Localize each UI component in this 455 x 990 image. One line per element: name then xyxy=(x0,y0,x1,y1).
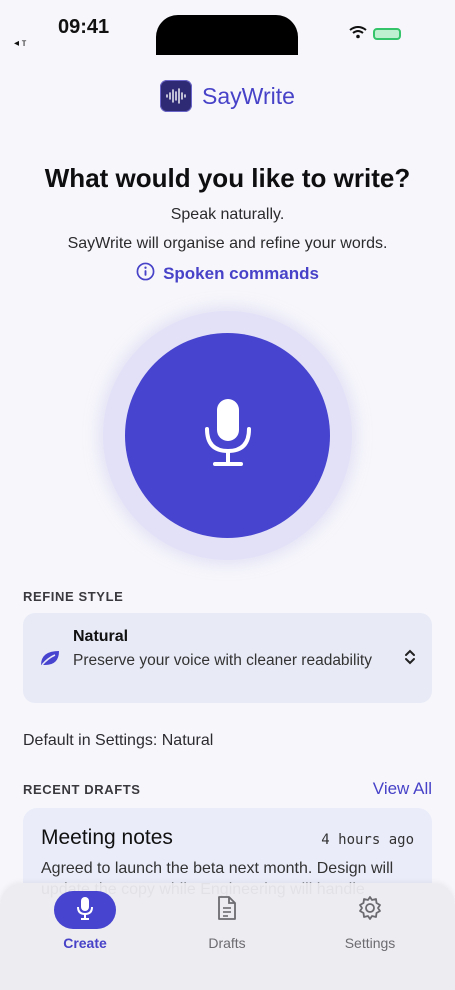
tab-drafts-label: Drafts xyxy=(208,935,246,951)
draft-title: Meeting notes xyxy=(41,826,173,849)
default-style-note: Default in Settings: Natural xyxy=(23,732,214,749)
tab-bar: Create Drafts Settings xyxy=(0,883,455,990)
recent-drafts-label: RECENT DRAFTS xyxy=(23,782,141,797)
view-all-link[interactable]: View All xyxy=(373,779,432,799)
refine-style-label: REFINE STYLE xyxy=(23,589,124,604)
status-time: 09:41 xyxy=(58,16,110,38)
draft-timestamp: 4 hours ago xyxy=(321,832,414,848)
mic-icon xyxy=(76,896,94,925)
refine-style-name: Natural xyxy=(73,628,129,645)
subtitle-line-1: Speak naturally. xyxy=(170,206,285,223)
refine-style-picker[interactable]: Natural Preserve your voice with cleaner… xyxy=(23,613,432,703)
record-button[interactable] xyxy=(125,333,330,538)
tab-create-highlight xyxy=(54,891,116,929)
tab-create[interactable]: Create xyxy=(30,891,140,961)
status-bar: 09:41 ◂ ᴛ xyxy=(0,0,455,56)
spoken-commands-link[interactable]: Spoken commands xyxy=(0,262,455,286)
tab-settings-label: Settings xyxy=(344,935,396,951)
tab-drafts[interactable]: Drafts xyxy=(172,891,282,961)
status-icons xyxy=(349,26,401,42)
microphone-icon xyxy=(202,397,254,474)
page-title: What would you like to write? xyxy=(44,163,411,193)
leaf-icon xyxy=(39,649,61,672)
back-to-app-indicator[interactable]: ◂ ᴛ xyxy=(14,38,26,49)
gear-icon xyxy=(357,895,383,926)
app-name: SayWrite xyxy=(202,82,295,109)
chevron-up-down-icon xyxy=(404,649,416,670)
document-icon xyxy=(217,895,237,926)
tab-create-label: Create xyxy=(63,935,107,951)
tab-settings[interactable]: Settings xyxy=(315,891,425,961)
tab-drafts-icon-wrap xyxy=(196,891,258,929)
app-brand: SayWrite xyxy=(0,80,455,112)
battery-icon xyxy=(373,28,401,40)
tab-settings-icon-wrap xyxy=(339,891,401,929)
info-icon xyxy=(136,262,155,286)
app-logo-icon xyxy=(160,80,193,112)
subtitle-line-2: SayWrite will organise and refine your w… xyxy=(67,235,388,252)
wifi-icon xyxy=(349,26,367,42)
spoken-commands-label: Spoken commands xyxy=(163,264,319,283)
refine-style-description: Preserve your voice with cleaner readabi… xyxy=(73,652,372,669)
dynamic-island xyxy=(156,15,298,55)
